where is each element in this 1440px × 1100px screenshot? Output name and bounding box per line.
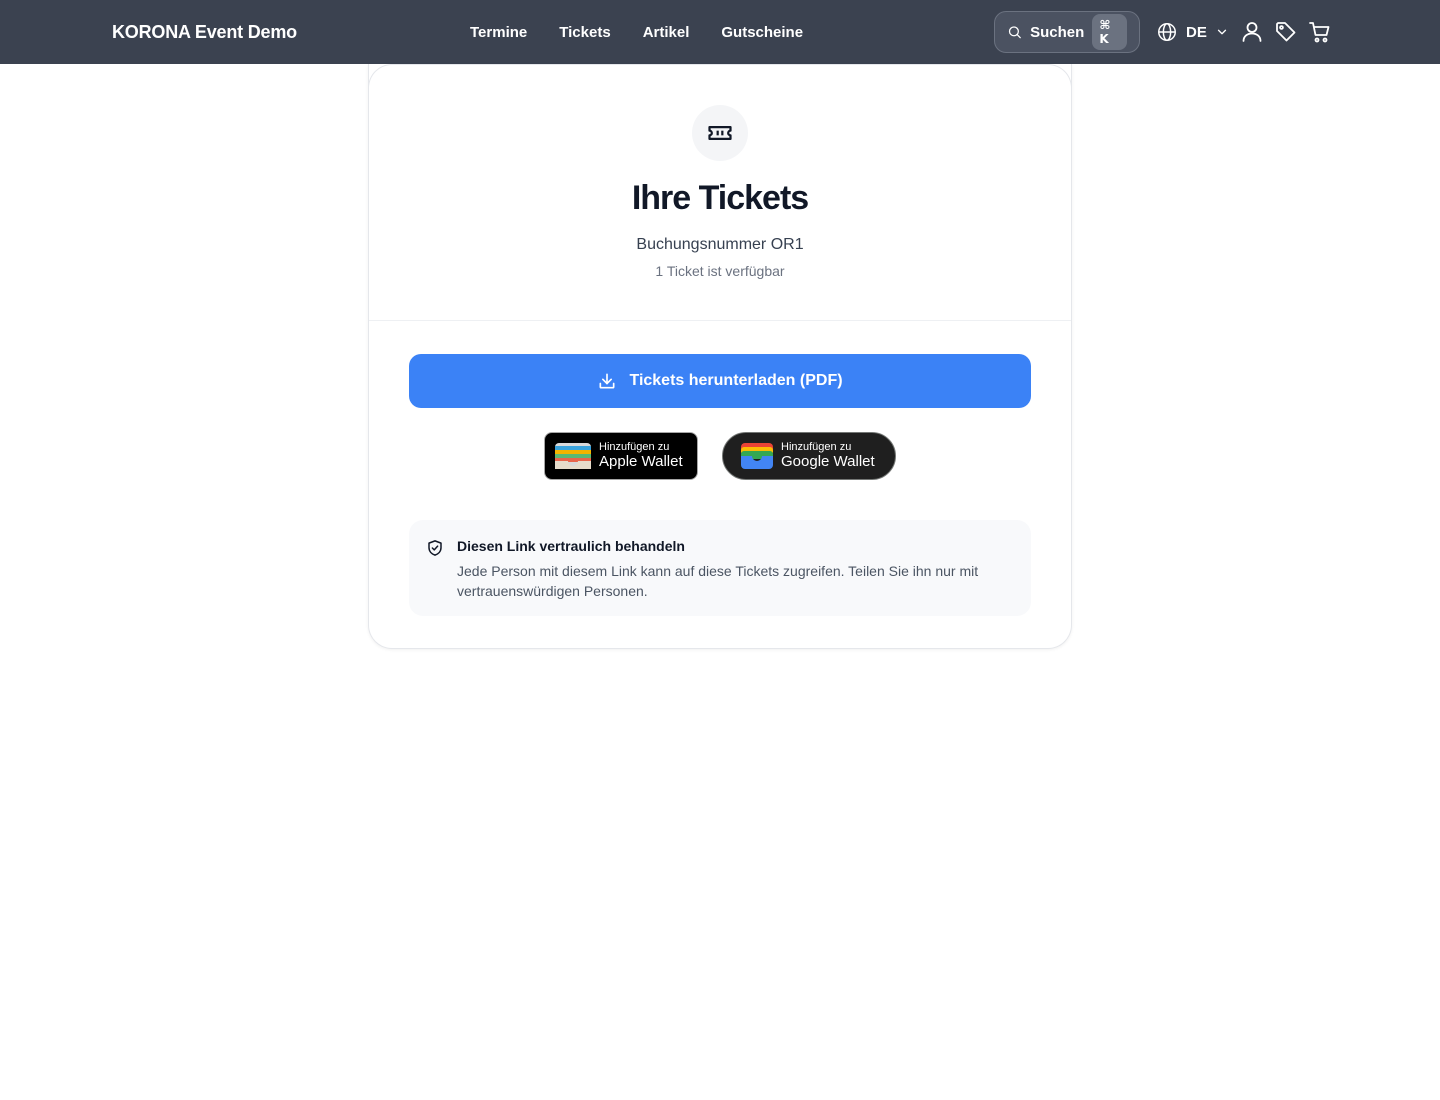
nav-artikel[interactable]: Artikel [643, 24, 690, 41]
ticket-availability: 1 Ticket ist verfügbar [655, 263, 785, 279]
apple-wallet-label: Apple Wallet [599, 452, 683, 470]
nav-gutscheine[interactable]: Gutscheine [721, 24, 803, 41]
download-icon [599, 373, 615, 389]
search-button[interactable]: Suchen ⌘ K [994, 11, 1140, 53]
ticket-icon [708, 126, 732, 140]
page-title: Ihre Tickets [631, 179, 809, 217]
notice-title: Diesen Link vertraulich behandeln [457, 538, 685, 554]
apple-wallet-icon [555, 443, 591, 469]
nav-termine[interactable]: Termine [470, 24, 527, 41]
booking-number: Buchungsnummer OR1 [636, 236, 804, 253]
search-shortcut-badge: ⌘ K [1092, 14, 1127, 50]
top-header: KORONA Event Demo Termine Tickets Artike… [0, 0, 1440, 64]
language-code: DE [1186, 23, 1207, 41]
tickets-card: Ihre Tickets Buchungsnummer OR1 1 Ticket… [368, 64, 1072, 649]
google-wallet-icon [741, 443, 773, 469]
search-icon [1008, 26, 1021, 39]
search-label: Suchen [1030, 23, 1085, 41]
nav-tickets[interactable]: Tickets [559, 24, 610, 41]
user-icon [1242, 22, 1262, 42]
globe-icon [1158, 23, 1176, 41]
download-label: Tickets herunterladen (PDF) [629, 372, 843, 389]
google-wallet-label: Google Wallet [781, 452, 875, 470]
google-wallet-button[interactable]: Hinzufügen zu Google Wallet [722, 432, 896, 480]
header-actions [1240, 0, 1332, 64]
account-button[interactable] [1240, 20, 1264, 44]
language-selector[interactable]: DE [1156, 0, 1229, 64]
brand-logo[interactable]: KORONA Event Demo [112, 0, 297, 64]
cart-icon [1309, 22, 1330, 43]
chevron-down-icon [1217, 29, 1226, 35]
voucher-button[interactable] [1274, 20, 1298, 44]
main-nav: Termine Tickets Artikel Gutscheine [470, 0, 803, 64]
download-pdf-button[interactable]: Tickets herunterladen (PDF) [409, 354, 1031, 408]
ticket-badge [692, 105, 748, 161]
privacy-notice: Diesen Link vertraulich behandeln Jede P… [409, 520, 1031, 616]
shield-check-icon [428, 540, 442, 556]
tag-icon [1276, 22, 1296, 42]
apple-wallet-button[interactable]: Hinzufügen zu Apple Wallet [544, 432, 698, 480]
card-header: Ihre Tickets Buchungsnummer OR1 1 Ticket… [369, 64, 1071, 321]
notice-body: Jede Person mit diesem Link kann auf die… [457, 563, 979, 599]
cart-button[interactable] [1308, 20, 1332, 44]
